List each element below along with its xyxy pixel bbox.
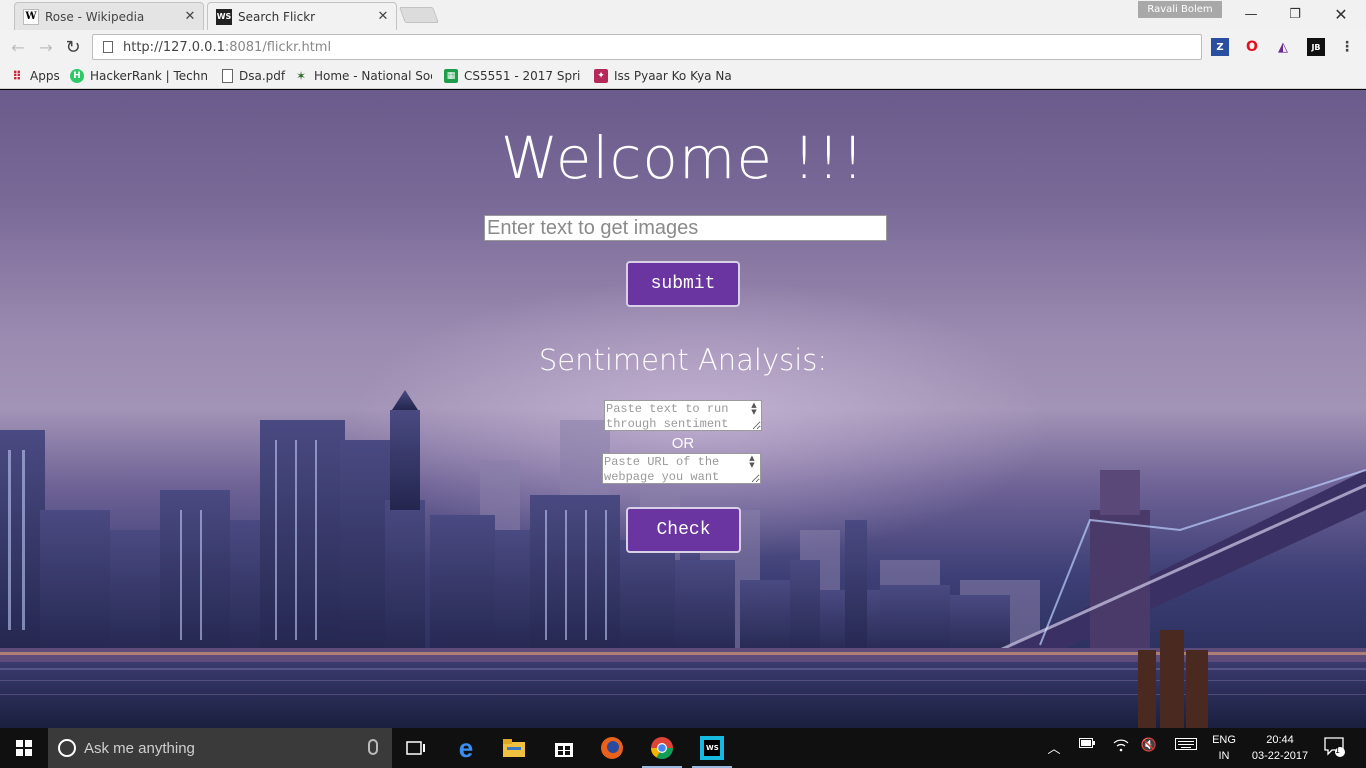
- chrome-icon[interactable]: [638, 728, 686, 768]
- clock-time: 20:44: [1266, 734, 1294, 746]
- or-separator: OR: [671, 435, 695, 452]
- cortana-placeholder: Ask me anything: [84, 739, 195, 757]
- sentiment-text-input[interactable]: [604, 400, 762, 431]
- tab-title: Search Flickr: [238, 9, 316, 24]
- windows-taskbar: Ask me anything e WS ︿ 🔇 ENG IN 20:44 03…: [0, 728, 1366, 768]
- menu-kebab-icon[interactable]: ⋮: [1338, 38, 1356, 56]
- wifi-icon[interactable]: [1112, 738, 1130, 752]
- welcome-title: Welcome !!!: [500, 124, 866, 192]
- sheets-icon: ▦: [444, 69, 458, 83]
- forward-arrow-icon[interactable]: →: [36, 37, 56, 57]
- jetbrains-extension-icon[interactable]: JB: [1307, 38, 1325, 56]
- bookmark-hackerrank[interactable]: H HackerRank | Technica: [70, 67, 208, 85]
- tab-search-flickr[interactable]: WS Search Flickr ✕: [207, 2, 397, 30]
- input-language[interactable]: ENG IN: [1208, 732, 1240, 764]
- sentiment-url-input[interactable]: [602, 453, 761, 484]
- clock-date: 03-22-2017: [1251, 750, 1309, 762]
- notification-count-badge: 1: [1335, 746, 1341, 755]
- show-hidden-icons-icon[interactable]: ︿: [1046, 738, 1062, 757]
- check-button[interactable]: Check: [626, 507, 741, 553]
- microphone-icon[interactable]: [368, 739, 378, 755]
- store-icon[interactable]: [540, 728, 588, 768]
- windows-logo-icon: [16, 740, 32, 756]
- spinner-arrows-icon[interactable]: ▲ ▼: [747, 455, 757, 469]
- zotero-extension-icon[interactable]: Z: [1211, 38, 1229, 56]
- opera-extension-icon[interactable]: O: [1243, 38, 1261, 56]
- file-explorer-icon[interactable]: [490, 728, 538, 768]
- apps-grid-icon: ⠿: [12, 69, 22, 83]
- close-window-icon[interactable]: ✕: [1318, 2, 1364, 26]
- tab-rose-wikipedia[interactable]: W Rose - Wikipedia ✕: [14, 2, 204, 30]
- bookmark-iss-pyaar[interactable]: ✦ Iss Pyaar Ko Kya Naam: [594, 67, 732, 85]
- cast-extension-icon[interactable]: ◭: [1274, 38, 1292, 56]
- battery-icon[interactable]: [1078, 738, 1096, 748]
- new-tab-button[interactable]: [399, 7, 439, 23]
- bookmark-dsa-pdf[interactable]: Dsa.pdf: [222, 67, 286, 85]
- restore-icon[interactable]: ❐: [1272, 2, 1318, 26]
- volume-muted-icon[interactable]: 🔇: [1140, 738, 1158, 753]
- edge-icon[interactable]: e: [442, 728, 490, 768]
- browser-toolbar: ← → ↻ http://127.0.0.1:8081/flickr.html …: [0, 30, 1366, 63]
- page-info-icon[interactable]: [103, 41, 113, 53]
- cortana-search-box[interactable]: Ask me anything: [48, 728, 392, 768]
- close-tab-icon[interactable]: ✕: [181, 9, 199, 24]
- url-path: :8081/flickr.html: [224, 39, 332, 55]
- keyboard-icon[interactable]: [1174, 738, 1198, 750]
- sentiment-analysis-heading: Sentiment Analysis:: [538, 343, 828, 377]
- notification-center-icon[interactable]: 1: [1322, 737, 1348, 757]
- page-content: Welcome !!! submit Sentiment Analysis: ▲…: [0, 90, 1366, 728]
- image-search-input[interactable]: [484, 215, 887, 241]
- submit-button[interactable]: submit: [626, 261, 740, 307]
- firefox-icon[interactable]: [588, 728, 636, 768]
- svg-text:WS: WS: [706, 744, 719, 752]
- task-view-icon[interactable]: [392, 728, 440, 768]
- address-bar[interactable]: http://127.0.0.1:8081/flickr.html: [92, 34, 1202, 60]
- hackerrank-icon: H: [70, 69, 84, 83]
- minimize-icon[interactable]: —: [1228, 2, 1274, 26]
- close-tab-icon[interactable]: ✕: [374, 9, 392, 24]
- wikipedia-favicon-icon: W: [23, 8, 39, 25]
- cortana-icon: [58, 739, 76, 757]
- webstorm-icon[interactable]: WS: [688, 728, 736, 768]
- system-clock[interactable]: 20:44 03-22-2017: [1240, 732, 1320, 764]
- spinner-arrows-icon[interactable]: ▲ ▼: [749, 402, 759, 416]
- webstorm-favicon-icon: WS: [216, 8, 232, 25]
- page-icon: [222, 69, 233, 83]
- start-button[interactable]: [0, 728, 48, 768]
- bookmark-cs5551[interactable]: ▦ CS5551 - 2017 Spring: [444, 67, 580, 85]
- url-host: http://127.0.0.1: [123, 39, 225, 55]
- reload-icon[interactable]: ↻: [63, 37, 83, 58]
- tab-title: Rose - Wikipedia: [45, 9, 145, 24]
- back-arrow-icon[interactable]: ←: [8, 37, 28, 57]
- bookmark-apps[interactable]: ⠿ Apps: [10, 67, 62, 85]
- hotstar-icon: ✦: [594, 69, 608, 83]
- nsbe-icon: ✶: [295, 69, 307, 83]
- browser-tab-strip: W Rose - Wikipedia ✕ WS Search Flickr ✕ …: [0, 0, 1366, 30]
- bookmark-national-society[interactable]: ✶ Home - National Soci: [294, 67, 432, 85]
- profile-name-badge[interactable]: Ravali Bolem: [1138, 1, 1222, 18]
- bookmarks-bar: ⠿ Apps H HackerRank | Technica Dsa.pdf ✶…: [0, 63, 1366, 89]
